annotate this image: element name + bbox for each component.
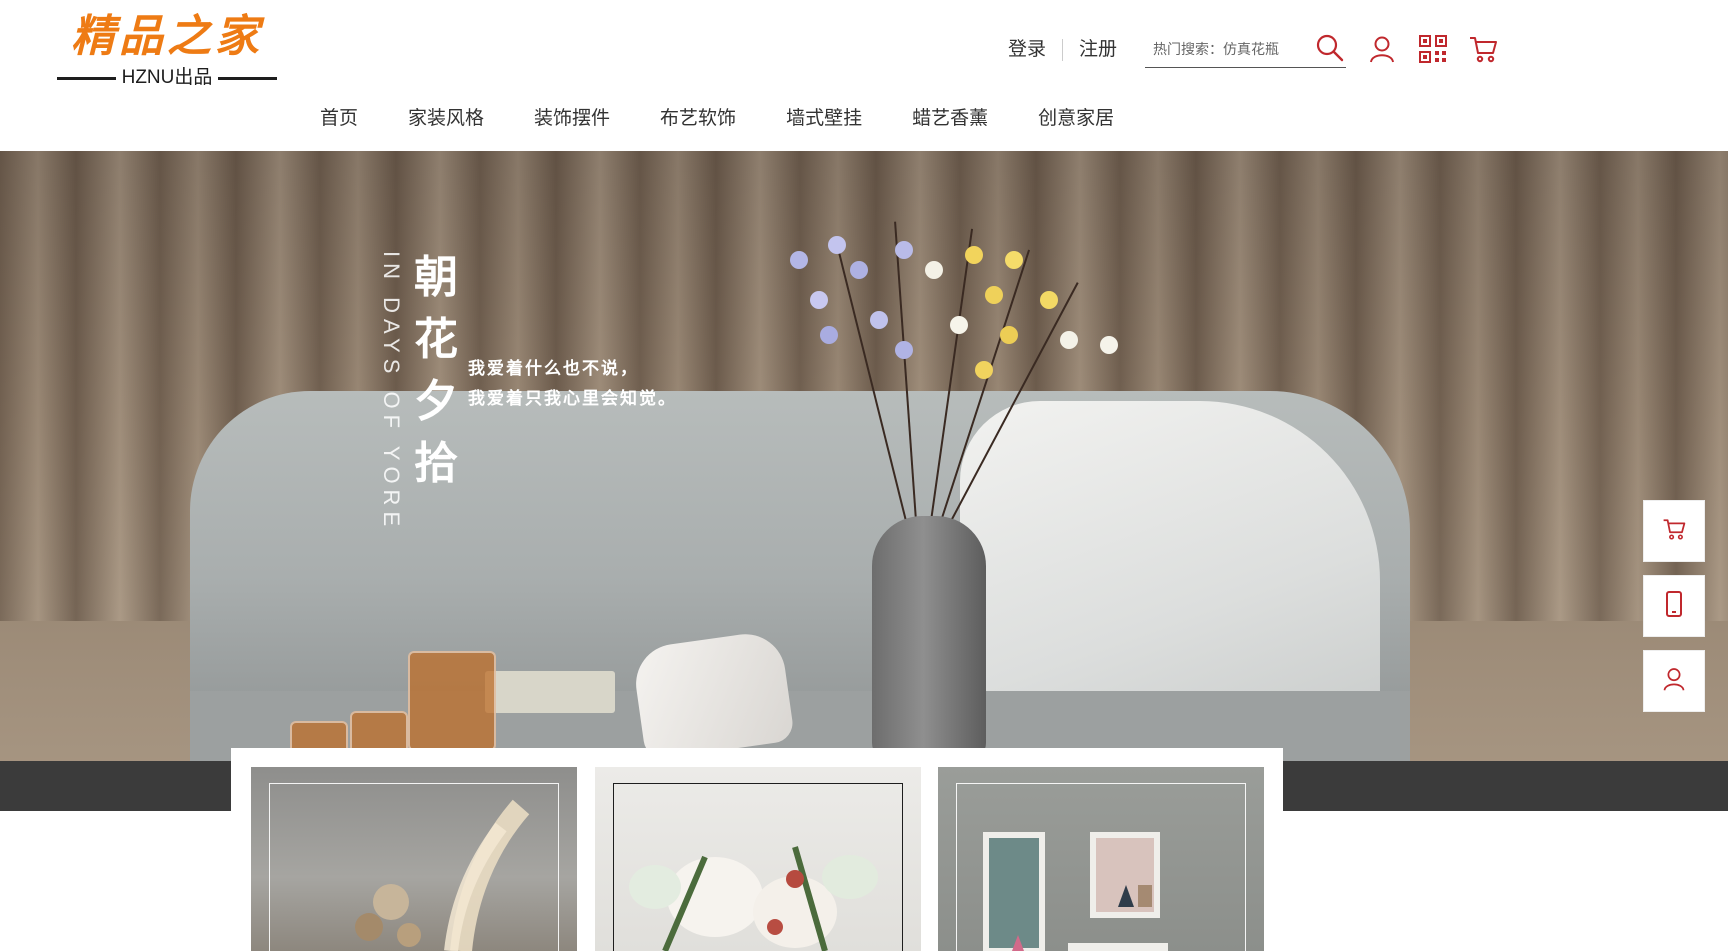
banner-tagline-2: 我爱着只我心里会知觉。	[468, 389, 677, 409]
banner-subtitle-en: IN DAYS OF YORE	[379, 251, 404, 533]
nav-item-home[interactable]: 首页	[320, 106, 358, 132]
flower-bloom	[1100, 336, 1118, 354]
flower-bloom	[790, 251, 808, 269]
user-icon[interactable]	[1367, 34, 1397, 64]
product-card-pampas[interactable]	[251, 767, 577, 951]
qr-code-icon[interactable]	[1418, 34, 1448, 64]
mobile-phone-icon	[1662, 590, 1686, 622]
pampas-grass-image	[355, 799, 530, 951]
banner-glass-pitcher	[408, 651, 496, 751]
banner-title-char: 花	[414, 314, 458, 365]
search-input[interactable]	[1153, 36, 1303, 62]
flower-bloom	[965, 246, 983, 264]
nav-item-home-style[interactable]: 家装风格	[408, 106, 484, 132]
product-card-wall-shelf[interactable]	[938, 767, 1264, 951]
flower-bloom	[1060, 331, 1078, 349]
main-nav: 首页 家装风格 装饰摆件 布艺软饰 墙式壁挂 蜡艺香薰 创意家居	[320, 106, 1164, 132]
featured-products	[231, 748, 1283, 951]
nav-item-fabric[interactable]: 布艺软饰	[660, 106, 736, 132]
register-link[interactable]: 注册	[1079, 36, 1117, 64]
flower-bloom	[870, 311, 888, 329]
banner-cup	[630, 629, 796, 761]
side-cart-button[interactable]	[1643, 500, 1705, 562]
banner-title-char: 夕	[414, 376, 458, 427]
wall-shelf-image	[983, 832, 1168, 951]
flower-bloom	[1040, 291, 1058, 309]
logo-divider-right	[218, 76, 277, 80]
login-link[interactable]: 登录	[1008, 36, 1046, 64]
banner-blanket	[960, 401, 1380, 741]
logo[interactable]: 精品之家 HZNU出品	[57, 12, 277, 88]
banner-title-char: 朝	[414, 252, 458, 303]
banner-vase	[872, 516, 986, 761]
site-header: 精品之家 HZNU出品 登录 注册 热门搜索：仿真花瓶 首页 家装风格 装饰摆件…	[0, 0, 1728, 151]
banner-title-char: 拾	[414, 438, 458, 489]
nav-item-ornaments[interactable]: 装饰摆件	[534, 106, 610, 132]
flower-bloom	[925, 261, 943, 279]
flower-bloom	[895, 241, 913, 259]
link-divider	[1062, 39, 1064, 61]
search-icon[interactable]	[1314, 32, 1346, 64]
flower-bloom	[1005, 251, 1023, 269]
user-icon	[1661, 666, 1687, 696]
side-mobile-button[interactable]	[1643, 575, 1705, 637]
banner-tagline-1: 我爱着什么也不说，	[468, 359, 639, 379]
flower-bloom	[1000, 326, 1018, 344]
banner-book	[485, 671, 615, 713]
hero-banner[interactable]: IN DAYS OF YORE 朝 花 夕 拾 我爱着什么也不说， 我爱着只我心…	[0, 151, 1728, 811]
nav-item-creative[interactable]: 创意家居	[1038, 106, 1114, 132]
flower-bloom	[895, 341, 913, 359]
banner-title: 朝 花 夕 拾	[412, 247, 460, 495]
logo-subtitle-row: HZNU出品	[57, 66, 277, 90]
flower-bloom	[850, 261, 868, 279]
cart-icon	[1662, 517, 1686, 545]
logo-divider-left	[57, 76, 116, 80]
account-links: 登录 注册	[1008, 36, 1117, 64]
product-card-peony[interactable]	[595, 767, 921, 951]
flower-bloom	[985, 286, 1003, 304]
side-user-button[interactable]	[1643, 650, 1705, 712]
cart-icon[interactable]	[1468, 34, 1498, 64]
flower-bloom	[810, 291, 828, 309]
logo-title: 精品之家	[71, 11, 263, 62]
flower-bloom	[950, 316, 968, 334]
peony-bouquet-image	[629, 846, 878, 951]
nav-item-candles[interactable]: 蜡艺香薰	[912, 106, 988, 132]
nav-item-wall-decor[interactable]: 墙式壁挂	[786, 106, 862, 132]
flower-bloom	[828, 236, 846, 254]
logo-subtitle: HZNU出品	[121, 67, 213, 88]
flower-bloom	[975, 361, 993, 379]
search-box	[1145, 30, 1346, 68]
flower-bloom	[820, 326, 838, 344]
